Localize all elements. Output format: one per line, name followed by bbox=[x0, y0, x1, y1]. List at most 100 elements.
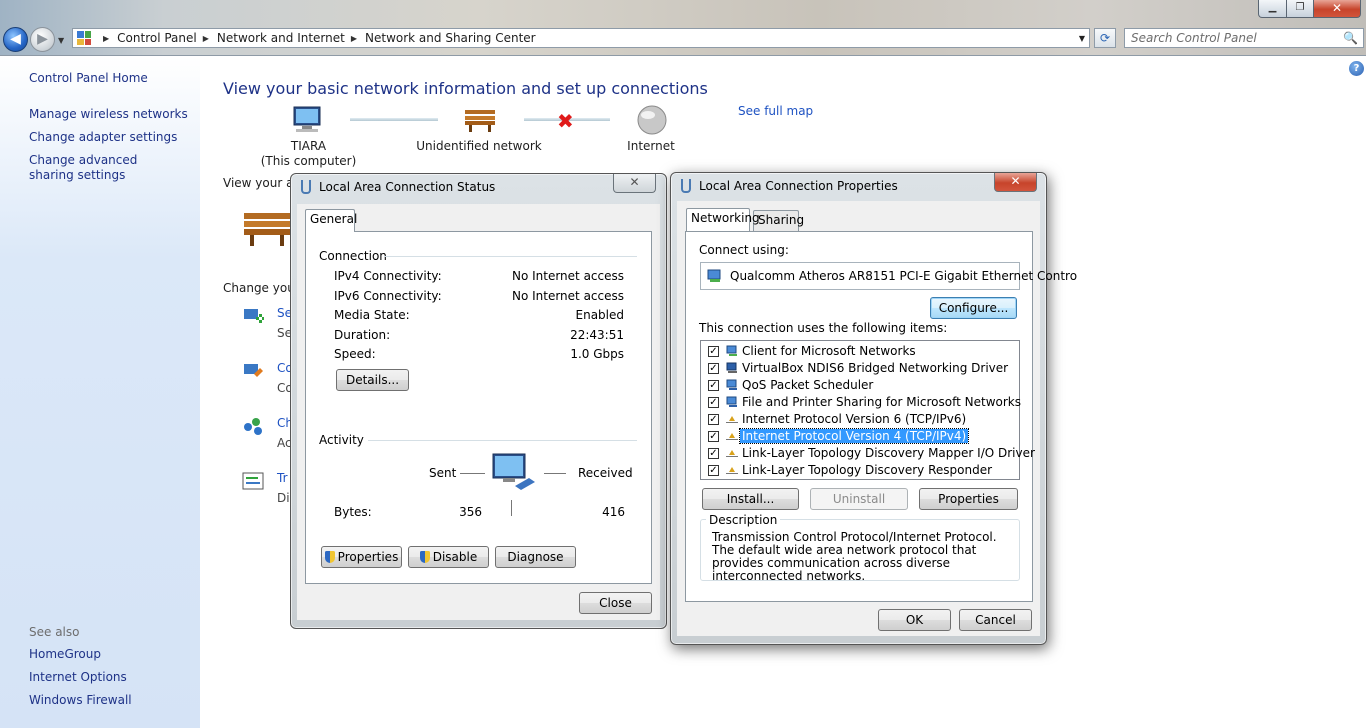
item-checkbox[interactable]: ✓ bbox=[708, 380, 719, 391]
windows-firewall-link[interactable]: Windows Firewall bbox=[29, 693, 132, 708]
network-adapter-icon bbox=[681, 179, 691, 193]
search-icon[interactable]: 🔍 bbox=[1343, 31, 1358, 45]
item-label: Internet Protocol Version 6 (TCP/IPv6) bbox=[742, 412, 967, 426]
globe-icon[interactable] bbox=[636, 104, 668, 136]
tab-networking[interactable]: Networking bbox=[686, 208, 760, 231]
ipv4-connectivity-value: No Internet access bbox=[511, 269, 624, 283]
breadcrumb-separator[interactable]: ▶ bbox=[351, 34, 357, 43]
internet-options-link[interactable]: Internet Options bbox=[29, 670, 127, 685]
breadcrumb-control-panel[interactable]: Control Panel bbox=[117, 31, 197, 45]
item-checkbox[interactable]: ✓ bbox=[708, 363, 719, 374]
connect-network-icon bbox=[244, 364, 263, 377]
see-full-map-link[interactable]: See full map bbox=[738, 104, 813, 118]
properties-dialog-close-icon[interactable]: ✕ bbox=[994, 173, 1037, 192]
homegroup-icon bbox=[244, 418, 262, 435]
breadcrumb-separator[interactable]: ▶ bbox=[203, 34, 209, 43]
speed-value: 1.0 Gbps bbox=[570, 347, 624, 361]
status-properties-button[interactable]: Properties bbox=[321, 546, 402, 568]
homegroup-link[interactable]: HomeGroup bbox=[29, 647, 101, 662]
item-label: VirtualBox NDIS6 Bridged Networking Driv… bbox=[742, 361, 1009, 375]
task-desc-troubleshoot: Di bbox=[277, 491, 290, 505]
item-checkbox[interactable]: ✓ bbox=[708, 397, 719, 408]
control-panel-home-link[interactable]: Control Panel Home bbox=[29, 71, 148, 86]
task-link-troubleshoot[interactable]: Tr bbox=[277, 471, 288, 485]
list-item[interactable]: ✓ Client for Microsoft Networks bbox=[701, 343, 1001, 360]
speed-label: Speed: bbox=[334, 347, 376, 361]
list-item[interactable]: ✓ Link-Layer Topology Discovery Mapper I/… bbox=[701, 445, 1035, 462]
item-checkbox[interactable]: ✓ bbox=[708, 346, 719, 357]
item-checkbox[interactable]: ✓ bbox=[708, 448, 719, 459]
search-input[interactable] bbox=[1125, 29, 1335, 47]
media-state-value: Enabled bbox=[575, 308, 625, 322]
item-checkbox[interactable]: ✓ bbox=[708, 414, 719, 425]
connection-items-list[interactable]: ✓ Client for Microsoft Networks ✓ VirtualBo… bbox=[700, 340, 1035, 480]
item-label: Link-Layer Topology Discovery Mapper I/O… bbox=[742, 446, 1035, 460]
computer-icon[interactable] bbox=[290, 105, 324, 135]
protocol-icon bbox=[726, 464, 738, 476]
change-adapter-settings-link[interactable]: Change adapter settings bbox=[29, 130, 177, 145]
map-connection-line bbox=[350, 118, 438, 121]
bytes-sent-value: 356 bbox=[459, 505, 482, 519]
tab-general[interactable]: General bbox=[305, 209, 357, 232]
install-button[interactable]: Install... bbox=[702, 488, 799, 510]
cancel-button[interactable]: Cancel bbox=[959, 609, 1032, 631]
uac-shield-icon bbox=[324, 551, 335, 563]
item-label: Internet Protocol Version 4 (TCP/IPv4) bbox=[738, 428, 970, 444]
manage-wireless-networks-link[interactable]: Manage wireless networks bbox=[29, 107, 188, 122]
list-item[interactable]: ✓ QoS Packet Scheduler bbox=[701, 377, 1001, 394]
description-text: Transmission Control Protocol/Internet P… bbox=[712, 530, 997, 583]
details-button[interactable]: Details... bbox=[336, 369, 409, 391]
list-item[interactable]: ✓ Link-Layer Topology Discovery Responder bbox=[701, 462, 1001, 479]
no-connection-x-icon[interactable]: ✖ bbox=[557, 109, 574, 133]
bytes-label: Bytes: bbox=[334, 505, 372, 519]
address-dropdown-icon[interactable]: ▼ bbox=[1075, 34, 1089, 43]
activity-group-label: Activity bbox=[319, 433, 364, 447]
window-titlebar: ▁ ❐ ✕ ◀ ▶ ▼ ▶ Control Panel ▶ Network an… bbox=[0, 0, 1366, 56]
breadcrumb-network-and-sharing-center[interactable]: Network and Sharing Center bbox=[365, 31, 536, 45]
list-item[interactable]: ✓ Internet Protocol Version 4 (TCP/IPv4) bbox=[701, 428, 1001, 445]
breadcrumb-separator[interactable]: ▶ bbox=[103, 34, 109, 43]
sent-label: Sent bbox=[429, 466, 457, 480]
troubleshoot-icon bbox=[242, 472, 264, 490]
protocol-icon bbox=[726, 447, 738, 459]
adapter-name: Qualcomm Atheros AR8151 PCI-E Gigabit Et… bbox=[730, 269, 1078, 283]
tab-sharing[interactable]: Sharing bbox=[753, 210, 804, 231]
items-label: This connection uses the following items… bbox=[699, 321, 948, 335]
list-item[interactable]: ✓ Internet Protocol Version 6 (TCP/IPv6) bbox=[701, 411, 1001, 428]
help-icon[interactable]: ? bbox=[1349, 61, 1364, 76]
address-bar[interactable]: ▶ Control Panel ▶ Network and Internet ▶… bbox=[72, 28, 1090, 48]
adapter-icon bbox=[707, 269, 721, 282]
breadcrumb-network-and-internet[interactable]: Network and Internet bbox=[217, 31, 345, 45]
connection-group-label: Connection bbox=[319, 249, 387, 263]
item-checkbox[interactable]: ✓ bbox=[708, 465, 719, 476]
bench-network-icon[interactable] bbox=[463, 107, 497, 133]
disable-button[interactable]: Disable bbox=[408, 546, 489, 568]
ipv6-connectivity-label: IPv6 Connectivity: bbox=[334, 289, 442, 303]
item-properties-button[interactable]: Properties bbox=[919, 488, 1018, 510]
item-label: File and Printer Sharing for Microsoft N… bbox=[742, 395, 1021, 409]
close-window-button[interactable]: ✕ bbox=[1313, 0, 1361, 18]
item-checkbox[interactable]: ✓ bbox=[708, 431, 719, 442]
status-dialog-close-icon[interactable]: ✕ bbox=[613, 174, 656, 193]
protocol-icon bbox=[726, 413, 738, 425]
network-adapter-icon bbox=[301, 180, 311, 194]
forward-button[interactable]: ▶ bbox=[30, 27, 55, 52]
list-item[interactable]: ✓ VirtualBox NDIS6 Bridged Networking Dri… bbox=[701, 360, 1008, 377]
minimize-button[interactable]: ▁ bbox=[1258, 0, 1287, 18]
recent-pages-dropdown[interactable]: ▼ bbox=[58, 36, 64, 45]
back-button[interactable]: ◀ bbox=[3, 27, 28, 52]
network-name: Unidentified network bbox=[416, 139, 542, 153]
item-label: Link-Layer Topology Discovery Responder bbox=[742, 463, 993, 477]
page-title: View your basic network information and … bbox=[223, 79, 708, 98]
diagnose-button[interactable]: Diagnose bbox=[495, 546, 576, 568]
connect-using-label: Connect using: bbox=[699, 243, 789, 257]
configure-button[interactable]: Configure... bbox=[930, 297, 1017, 319]
item-label: QoS Packet Scheduler bbox=[742, 378, 874, 392]
search-box[interactable]: 🔍 bbox=[1124, 28, 1364, 48]
maximize-button[interactable]: ❐ bbox=[1286, 0, 1314, 18]
status-close-button[interactable]: Close bbox=[579, 592, 652, 614]
list-item[interactable]: ✓ File and Printer Sharing for Microsoft … bbox=[701, 394, 1021, 411]
refresh-button[interactable]: ⟳ bbox=[1094, 28, 1116, 48]
change-advanced-sharing-settings-link[interactable]: Change advanced sharing settings bbox=[29, 153, 179, 183]
ok-button[interactable]: OK bbox=[878, 609, 951, 631]
